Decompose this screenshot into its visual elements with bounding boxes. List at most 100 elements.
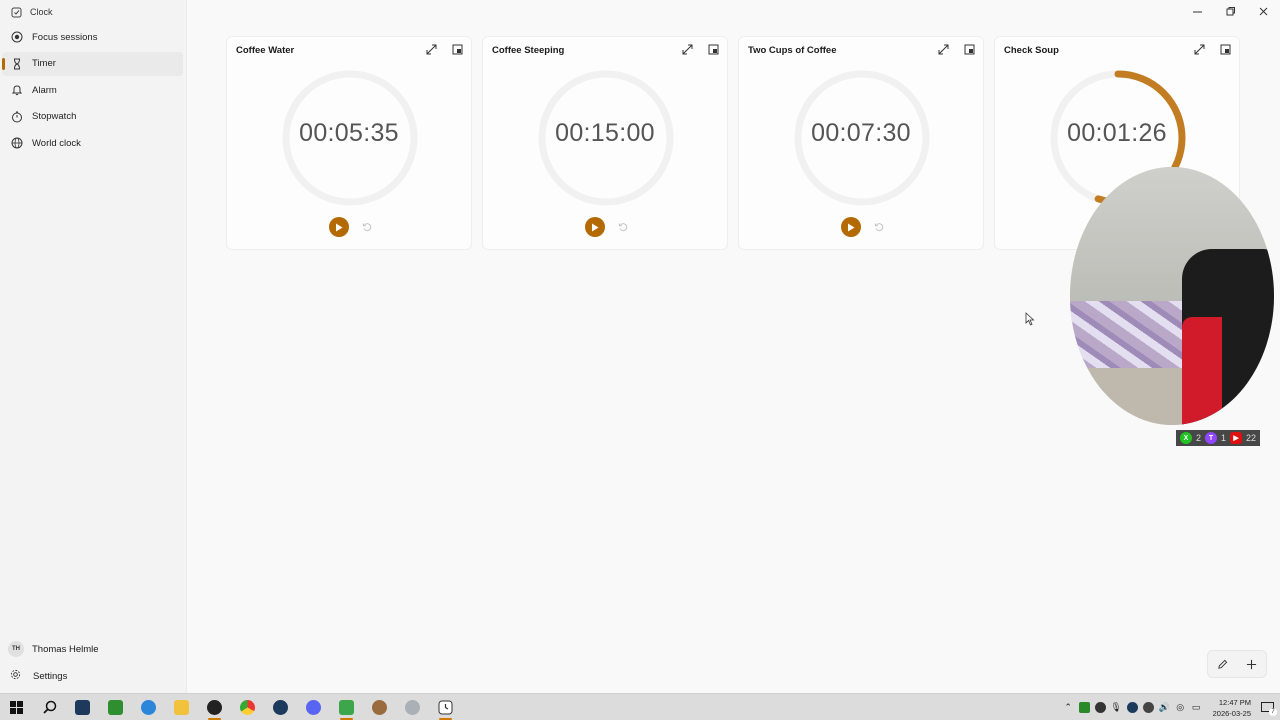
keep-on-top-icon[interactable] bbox=[1217, 42, 1233, 56]
tray-app-icon[interactable] bbox=[1078, 702, 1090, 713]
nav-item-stopwatch[interactable]: Stopwatch bbox=[2, 105, 183, 129]
timer-title: Coffee Water bbox=[236, 45, 295, 56]
webcam-overlay bbox=[1070, 167, 1274, 425]
nav-label: Focus sessions bbox=[32, 31, 98, 43]
app-title-bar: Clock bbox=[10, 5, 53, 19]
bell-icon bbox=[10, 83, 24, 97]
system-tray: ⌃ 🎙 🔊 ◎ ▭ 12:47 PM 2026-03-25 7 bbox=[1063, 694, 1280, 720]
nav-item-world-clock[interactable]: World clock bbox=[2, 131, 183, 155]
nav-label: Alarm bbox=[32, 84, 57, 96]
timer-title: Coffee Steeping bbox=[492, 45, 565, 56]
reset-icon[interactable] bbox=[613, 217, 633, 237]
obs-icon[interactable] bbox=[198, 694, 231, 720]
gear-icon bbox=[10, 669, 21, 683]
discord-icon[interactable] bbox=[297, 694, 330, 720]
nav-label: Stopwatch bbox=[32, 111, 77, 123]
timer-card-actions bbox=[423, 42, 465, 56]
network-icon[interactable]: ◎ bbox=[1175, 702, 1186, 713]
play-button[interactable] bbox=[841, 217, 861, 237]
youtube-icon: ▶ bbox=[1230, 432, 1243, 444]
reset-icon[interactable] bbox=[357, 217, 377, 237]
minecraft-icon[interactable] bbox=[99, 694, 132, 720]
timer-card: Coffee Water 00:05:35 bbox=[226, 36, 472, 250]
nav-label: World clock bbox=[32, 137, 81, 149]
expand-icon[interactable] bbox=[1191, 42, 1207, 56]
edge-icon[interactable] bbox=[132, 694, 165, 720]
app-title: Clock bbox=[30, 7, 53, 17]
microphone-icon[interactable]: 🎙 bbox=[1110, 702, 1121, 713]
app-icon-gray[interactable] bbox=[396, 694, 429, 720]
add-timer-button[interactable] bbox=[1246, 659, 1257, 670]
minimize-button[interactable] bbox=[1181, 0, 1214, 22]
twitch-count: 1 bbox=[1221, 433, 1227, 443]
keep-on-top-icon[interactable] bbox=[705, 42, 721, 56]
nav-item-timer[interactable]: Timer bbox=[2, 51, 183, 76]
chevron-up-icon[interactable]: ⌃ bbox=[1063, 702, 1074, 713]
twitch-icon: T bbox=[1205, 432, 1218, 444]
xbox-icon: X bbox=[1180, 432, 1192, 444]
taskbar-clock[interactable]: 12:47 PM 2026-03-25 bbox=[1213, 697, 1251, 719]
hourglass-icon bbox=[10, 57, 24, 71]
sidebar: Clock Focus sessions Timer Alarm Stopwat… bbox=[0, 0, 187, 693]
steam-tray-icon[interactable] bbox=[1126, 702, 1138, 713]
taskbar-date: 2026-03-25 bbox=[1212, 708, 1251, 718]
nav-item-focus-sessions[interactable]: Focus sessions bbox=[2, 25, 183, 49]
clock-app-icon bbox=[10, 6, 22, 18]
start-button[interactable] bbox=[0, 694, 33, 720]
taskbar-time: 12:47 PM bbox=[1218, 697, 1251, 707]
timer-time: 00:05:35 bbox=[299, 119, 399, 147]
mouse-cursor-icon bbox=[1025, 312, 1035, 331]
timer-title: Check Soup bbox=[1004, 45, 1059, 56]
taskbar: ⌃ 🎙 🔊 ◎ ▭ 12:47 PM 2026-03-25 7 bbox=[0, 693, 1280, 720]
edit-add-toolbar bbox=[1207, 650, 1267, 678]
play-button[interactable] bbox=[585, 217, 605, 237]
nav-label: Timer bbox=[32, 58, 56, 70]
app-icon-brown[interactable] bbox=[363, 694, 396, 720]
expand-icon[interactable] bbox=[679, 42, 695, 56]
timer-title: Two Cups of Coffee bbox=[748, 45, 837, 56]
tray-app-icon[interactable] bbox=[1142, 702, 1154, 713]
timer-card-actions bbox=[1191, 42, 1233, 56]
timer-card: Two Cups of Coffee 00:07:30 bbox=[738, 36, 984, 250]
settings-label: Settings bbox=[33, 670, 68, 682]
reset-icon[interactable] bbox=[869, 217, 889, 237]
user-account[interactable]: TH Thomas Helmle bbox=[8, 641, 99, 657]
chrome-icon[interactable] bbox=[231, 694, 264, 720]
timer-card-actions bbox=[935, 42, 977, 56]
file-explorer-icon[interactable] bbox=[165, 694, 198, 720]
timer-time: 00:15:00 bbox=[555, 119, 655, 147]
notification-count: 7 bbox=[1269, 708, 1277, 716]
keep-on-top-icon[interactable] bbox=[449, 42, 465, 56]
search-icon[interactable] bbox=[33, 694, 66, 720]
display-icon[interactable]: ▭ bbox=[1191, 702, 1202, 713]
edit-pencil-icon[interactable] bbox=[1217, 659, 1228, 670]
xbox-count: 2 bbox=[1196, 433, 1202, 443]
steam-icon[interactable] bbox=[264, 694, 297, 720]
davinci-resolve-icon[interactable] bbox=[66, 694, 99, 720]
keep-on-top-icon[interactable] bbox=[961, 42, 977, 56]
expand-icon[interactable] bbox=[423, 42, 439, 56]
settings-button[interactable]: Settings bbox=[10, 669, 67, 683]
clock-app-taskbar-icon[interactable] bbox=[429, 694, 462, 720]
volume-icon[interactable]: 🔊 bbox=[1159, 702, 1170, 713]
timer-controls bbox=[483, 217, 727, 237]
expand-icon[interactable] bbox=[935, 42, 951, 56]
tray-app-icon[interactable] bbox=[1094, 702, 1106, 713]
maximize-button[interactable] bbox=[1214, 0, 1247, 22]
nav-item-alarm[interactable]: Alarm bbox=[2, 78, 183, 102]
notification-center-icon[interactable]: 7 bbox=[1260, 701, 1277, 716]
user-name: Thomas Helmle bbox=[32, 643, 99, 655]
timer-time: 00:07:30 bbox=[811, 119, 911, 147]
timer-time: 00:01:26 bbox=[1067, 119, 1167, 147]
timer-controls bbox=[739, 217, 983, 237]
play-button[interactable] bbox=[329, 217, 349, 237]
focus-icon bbox=[10, 30, 24, 44]
youtube-count: 22 bbox=[1246, 433, 1257, 443]
avatar: TH bbox=[8, 641, 24, 657]
timer-controls bbox=[227, 217, 471, 237]
chat-app-icon[interactable] bbox=[330, 694, 363, 720]
close-button[interactable] bbox=[1247, 0, 1280, 22]
timer-card: Coffee Steeping 00:15:00 bbox=[482, 36, 728, 250]
stream-badges: X 2 T 1 ▶ 22 bbox=[1176, 430, 1261, 446]
nav-list: Focus sessions Timer Alarm Stopwatch Wor… bbox=[2, 25, 183, 158]
